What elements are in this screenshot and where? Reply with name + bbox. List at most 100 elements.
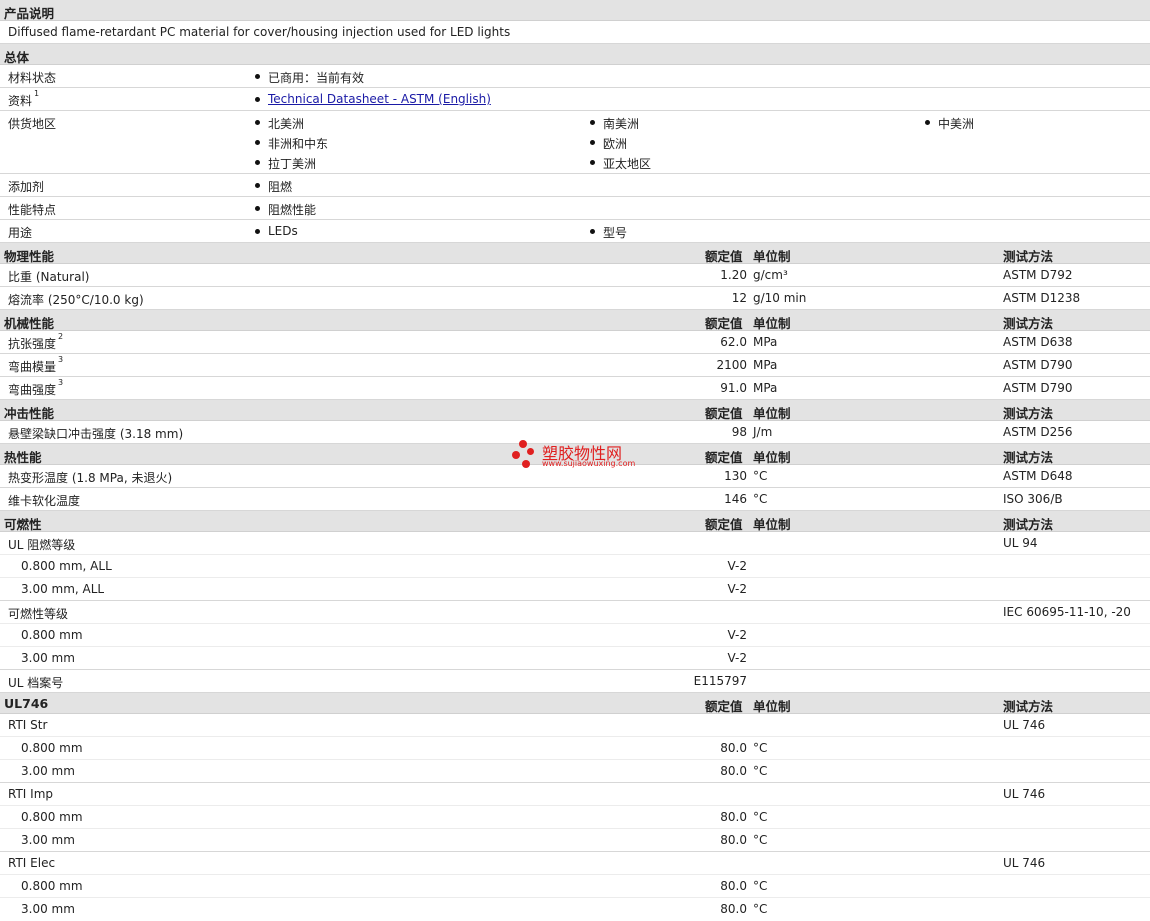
property-name: UL 档案号 <box>8 676 64 690</box>
property-value: 80.0 <box>720 741 747 755</box>
property-unit: °C <box>753 764 768 778</box>
row-label: 资料1 <box>8 89 40 108</box>
property-subrow: 3.00 mm 80.0 °C <box>0 760 1150 783</box>
property-subrow: 0.800 mm, ALL V-2 <box>0 555 1150 578</box>
header-method: 测试方法 <box>1003 517 1054 532</box>
property-unit: °C <box>753 741 768 755</box>
row-label: 添加剂 <box>8 180 45 194</box>
property-value: V-2 <box>727 582 747 596</box>
property-name: 3.00 mm <box>21 833 75 847</box>
section-flammability: 可燃性 额定值 单位制 测试方法 <box>0 511 1150 532</box>
header-nominal: 额定值 <box>705 249 743 264</box>
description-row: Diffused flame-retardant PC material for… <box>0 21 1150 44</box>
property-value: 62.0 <box>720 335 747 349</box>
section-title: 总体 <box>4 50 30 65</box>
property-name: RTI Str <box>8 718 48 732</box>
header-method: 测试方法 <box>1003 450 1054 465</box>
property-method: ASTM D256 <box>1003 425 1073 439</box>
property-method: ASTM D1238 <box>1003 291 1081 305</box>
property-unit: °C <box>753 902 768 916</box>
property-method: UL 94 <box>1003 536 1038 550</box>
property-subrow: 0.800 mm 80.0 °C <box>0 875 1150 898</box>
property-name: 3.00 mm <box>21 764 75 778</box>
property-value: 80.0 <box>720 879 747 893</box>
property-unit: MPa <box>753 358 778 372</box>
property-method: UL 746 <box>1003 787 1046 801</box>
property-unit: °C <box>753 833 768 847</box>
property-value: 91.0 <box>720 381 747 395</box>
header-unit: 单位制 <box>753 316 791 331</box>
property-method: ASTM D648 <box>1003 469 1073 483</box>
property-row: 比重 (Natural) 1.20 g/cm³ ASTM D792 <box>0 264 1150 287</box>
header-nominal: 额定值 <box>705 699 743 714</box>
general-row-docs: 资料1 Technical Datasheet - ASTM (English) <box>0 88 1150 111</box>
logo-dot <box>512 451 520 459</box>
property-name: 3.00 mm, ALL <box>21 582 105 596</box>
property-name: 抗张强度2 <box>8 332 64 351</box>
section-mechanical: 机械性能 额定值 单位制 测试方法 <box>0 310 1150 331</box>
property-method: ASTM D790 <box>1003 381 1073 395</box>
property-name: 弯曲强度3 <box>8 378 64 397</box>
property-row: 抗张强度2 62.0 MPa ASTM D638 <box>0 331 1150 354</box>
property-row: 维卡软化温度 146 °C ISO 306/B <box>0 488 1150 511</box>
section-title: 机械性能 <box>4 316 55 331</box>
header-unit: 单位制 <box>753 406 791 421</box>
watermark-url: www.sujiaowuxing.com <box>542 459 636 468</box>
property-subrow: 3.00 mm, ALL V-2 <box>0 578 1150 601</box>
property-unit: °C <box>753 492 768 506</box>
section-title: 可燃性 <box>4 517 42 532</box>
row-value: 阻燃 <box>254 180 293 194</box>
property-method: UL 746 <box>1003 718 1046 732</box>
property-value: 80.0 <box>720 764 747 778</box>
property-value: E115797 <box>693 674 747 688</box>
property-value: V-2 <box>727 559 747 573</box>
property-name: 0.800 mm, ALL <box>21 559 112 573</box>
property-name: 维卡软化温度 <box>8 494 81 508</box>
property-value: 2100 <box>716 358 747 372</box>
property-name: 0.800 mm <box>21 741 83 755</box>
header-method: 测试方法 <box>1003 699 1054 714</box>
property-value: 80.0 <box>720 810 747 824</box>
datasheet-link[interactable]: Technical Datasheet - ASTM (English) <box>255 92 491 106</box>
header-method: 测试方法 <box>1003 316 1054 331</box>
watermark-logo: 塑胶物性网 www.sujiaowuxing.com <box>512 440 642 474</box>
region-item: 南美洲 <box>589 117 640 131</box>
property-name: 3.00 mm <box>21 651 75 665</box>
property-unit: J/m <box>753 425 773 439</box>
property-subrow: 0.800 mm 80.0 °C <box>0 737 1150 760</box>
header-unit: 单位制 <box>753 249 791 264</box>
section-ul746: UL746 额定值 单位制 测试方法 <box>0 693 1150 714</box>
row-value: 阻燃性能 <box>254 203 317 217</box>
property-value: V-2 <box>727 628 747 642</box>
property-name: RTI Elec <box>8 856 56 870</box>
property-subrow: 0.800 mm V-2 <box>0 624 1150 647</box>
property-name: 0.800 mm <box>21 810 83 824</box>
property-row: 弯曲强度3 91.0 MPa ASTM D790 <box>0 377 1150 400</box>
header-nominal: 额定值 <box>705 316 743 331</box>
header-method: 测试方法 <box>1003 249 1054 264</box>
section-title: 物理性能 <box>4 249 55 264</box>
property-name: RTI Imp <box>8 787 53 801</box>
property-name: 3.00 mm <box>21 902 75 916</box>
section-title: UL746 <box>4 696 49 711</box>
row-label: 供货地区 <box>8 117 57 131</box>
use-item: 型号 <box>589 226 628 240</box>
property-group-row: RTI Str UL 746 <box>0 714 1150 737</box>
property-name: 悬壁梁缺口冲击强度 (3.18 mm) <box>8 427 184 441</box>
property-group-row: UL 阻燃等级 UL 94 <box>0 532 1150 555</box>
section-general: 总体 <box>0 44 1150 65</box>
general-row-supply: 供货地区 北美洲 南美洲 中美洲 非洲和中东 欧洲 拉丁美洲 亚太地区 <box>0 111 1150 174</box>
region-item: 非洲和中东 <box>254 137 329 151</box>
logo-dot <box>527 448 534 455</box>
property-value: 1.20 <box>720 268 747 282</box>
header-nominal: 额定值 <box>705 517 743 532</box>
property-unit: g/cm³ <box>753 268 788 282</box>
property-value: 80.0 <box>720 902 747 916</box>
header-unit: 单位制 <box>753 517 791 532</box>
property-unit: °C <box>753 879 768 893</box>
property-unit: MPa <box>753 335 778 349</box>
property-name: UL 阻燃等级 <box>8 538 76 552</box>
property-method: UL 746 <box>1003 856 1046 870</box>
section-physical: 物理性能 额定值 单位制 测试方法 <box>0 243 1150 264</box>
property-method: ASTM D790 <box>1003 358 1073 372</box>
